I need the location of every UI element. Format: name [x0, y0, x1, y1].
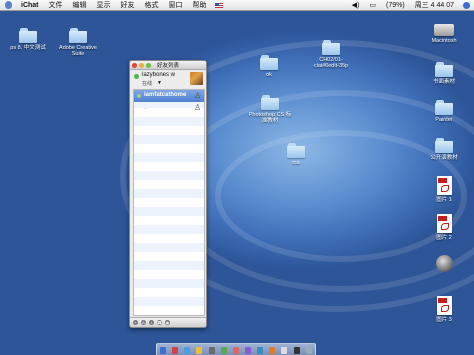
desktop-hard-drive[interactable]: Macintosh: [422, 22, 466, 44]
folder-icon: [260, 55, 278, 70]
desktop-folder[interactable]: ps 8. 中文测试: [6, 28, 50, 51]
close-button[interactable]: [132, 62, 137, 68]
finder-icon[interactable]: [160, 346, 167, 354]
app-icon[interactable]: [281, 346, 288, 354]
folder-label: Photoshop CS 标准教材: [248, 112, 292, 124]
desktop-folder[interactable]: 公开演教材: [422, 138, 466, 161]
apple-menu-icon[interactable]: [5, 1, 12, 9]
file-label: 图片 3: [436, 317, 452, 323]
buddy-list-toolbar: + A i ☎ ◉: [130, 317, 206, 327]
my-status-area: lazybones w 在线 ▼: [130, 70, 206, 88]
file-label: 图片 2: [436, 235, 452, 241]
text-chat-button[interactable]: A: [141, 320, 146, 325]
file-label: 图片 1: [436, 197, 452, 203]
list-item[interactable]: ... ♙: [134, 102, 204, 114]
buddy-list: iamfatcathome ♙ ... ♙: [133, 89, 205, 316]
desktop-folder[interactable]: CH02/01-clai#6edit-35p: [309, 40, 353, 69]
pdf-file-icon: [436, 214, 452, 233]
app-icon[interactable]: [293, 346, 300, 354]
menu-edit[interactable]: 编辑: [68, 0, 92, 11]
dock: [156, 343, 316, 355]
folder-icon: [69, 28, 87, 43]
desktop-folder[interactable]: 书面素材: [422, 62, 466, 85]
desktop-folder[interactable]: ina: [274, 143, 318, 166]
app-icon[interactable]: [172, 346, 179, 354]
buddy-list-title-bar[interactable]: 好友列表: [130, 61, 206, 70]
buddy-name: ...: [144, 105, 149, 111]
folder-label: CH02/01-clai#6edit-35p: [313, 57, 349, 69]
buddy-list-window: 好友列表 lazybones w 在线 ▼ iamfatcathome ♙ ..…: [129, 60, 207, 328]
menu-buddies[interactable]: 好友: [116, 0, 140, 11]
desktop: iChat 文件 编辑 显示 好友 格式 窗口 帮助 ◀) ▭ (79%) 周三…: [0, 0, 474, 355]
folder-label: ps 8. 中文测试: [10, 45, 46, 51]
add-buddy-button[interactable]: +: [133, 320, 138, 325]
buddy-name: iamfatcathome: [144, 92, 187, 98]
person-icon: ♙: [194, 91, 202, 100]
app-icon[interactable]: [196, 346, 203, 354]
window-title: 好友列表: [157, 63, 180, 69]
ichat-icon[interactable]: [220, 346, 227, 354]
menu-bar: iChat 文件 编辑 显示 好友 格式 窗口 帮助 ◀) ▭ (79%) 周三…: [0, 0, 474, 11]
desktop-folder[interactable]: Photoshop CS 标准教材: [248, 95, 292, 124]
pdf-file-icon: [436, 296, 452, 315]
folder-icon: [287, 143, 305, 158]
video-chat-button[interactable]: ◉: [165, 320, 170, 325]
menu-view[interactable]: 显示: [92, 0, 116, 11]
folder-label: ina: [292, 160, 300, 166]
trash-icon[interactable]: [305, 346, 312, 354]
person-icon: ♙: [194, 103, 202, 112]
folder-icon: [19, 28, 37, 43]
my-name[interactable]: lazybones w: [142, 72, 175, 78]
app-icon[interactable]: [232, 346, 239, 354]
app-menu[interactable]: iChat: [16, 0, 44, 11]
desktop-folder[interactable]: ok: [247, 55, 291, 78]
folder-label: 书面素材: [432, 79, 455, 85]
app-icon[interactable]: [257, 346, 264, 354]
folder-icon: [435, 100, 453, 115]
drive-label: Macintosh: [431, 38, 457, 44]
list-item[interactable]: iamfatcathome ♙: [134, 90, 204, 102]
app-icon[interactable]: [184, 346, 191, 354]
hard-drive-icon: [434, 24, 454, 36]
online-status-icon: [137, 94, 141, 98]
audio-chat-button[interactable]: ☎: [157, 320, 162, 325]
folder-icon: [261, 95, 279, 110]
chevron-down-icon[interactable]: ▼: [157, 80, 162, 86]
menu-format[interactable]: 格式: [140, 0, 164, 11]
desktop-globe-item[interactable]: [422, 255, 466, 274]
info-button[interactable]: i: [149, 320, 154, 325]
app-icon[interactable]: [208, 346, 215, 354]
clock[interactable]: 周三 4 44 07: [410, 0, 459, 11]
pdf-file-icon: [436, 176, 452, 195]
my-avatar[interactable]: [190, 72, 203, 85]
desktop-pdf-file[interactable]: 图片 3: [422, 296, 466, 323]
spotlight-icon[interactable]: [463, 1, 470, 9]
battery-icon[interactable]: ▭: [364, 0, 381, 11]
online-status-icon: [134, 74, 139, 79]
volume-icon[interactable]: ◀): [347, 0, 365, 11]
menu-window[interactable]: 窗口: [164, 0, 188, 11]
zoom-button[interactable]: [146, 62, 151, 68]
folder-label: ok: [266, 72, 272, 78]
battery-percent[interactable]: (79%): [381, 0, 410, 11]
my-status-menu[interactable]: 在线: [142, 80, 152, 87]
folder-icon: [435, 138, 453, 153]
desktop-pdf-file[interactable]: 图片 1: [422, 176, 466, 203]
input-menu-flag-icon[interactable]: [214, 2, 223, 8]
app-icon[interactable]: [245, 346, 252, 354]
folder-label: Adobe Creative Suite: [59, 45, 97, 57]
menu-help[interactable]: 帮助: [188, 0, 212, 11]
app-icon[interactable]: [269, 346, 276, 354]
menu-file[interactable]: 文件: [44, 0, 68, 11]
globe-icon: [435, 255, 453, 272]
desktop-pdf-file[interactable]: 图片 2: [422, 214, 466, 241]
folder-label: 公开演教材: [430, 155, 458, 161]
desktop-folder[interactable]: Painter: [422, 100, 466, 123]
folder-icon: [322, 40, 340, 55]
folder-label: Painter: [435, 117, 453, 123]
desktop-folder[interactable]: Adobe Creative Suite: [56, 28, 100, 57]
minimize-button[interactable]: [139, 62, 144, 68]
folder-icon: [435, 62, 453, 77]
